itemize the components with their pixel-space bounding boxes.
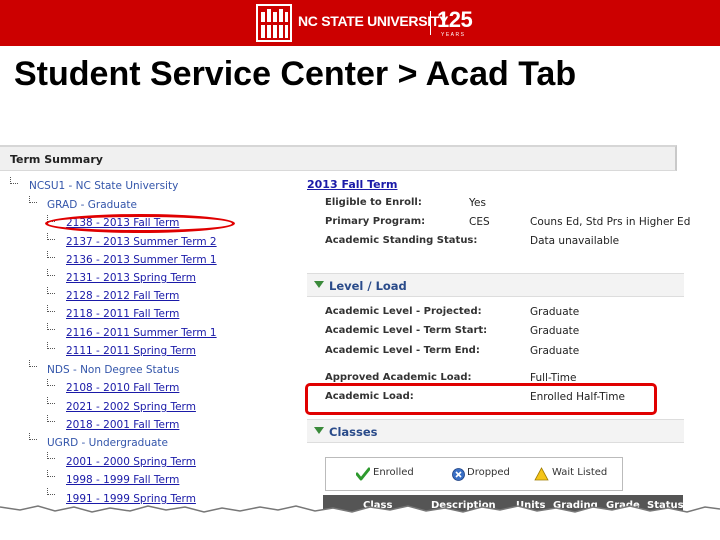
- enrolled-check-icon: [356, 467, 370, 481]
- level-term-start-label: Academic Level - Term Start:: [325, 325, 488, 336]
- slide: NC STATE UNIVERSITY 125 YEARS Student Se…: [0, 0, 720, 540]
- tree-term-1998[interactable]: 1998 - 1999 Fall Term: [66, 474, 179, 486]
- standing-status-label: Academic Standing Status:: [325, 235, 478, 246]
- tree-connector: [47, 233, 55, 240]
- level-projected-value: Graduate: [530, 306, 580, 318]
- tree-connector: [47, 287, 55, 294]
- level-term-end-label: Academic Level - Term End:: [325, 345, 480, 356]
- tree-connector: [29, 433, 37, 440]
- tree-group-grad[interactable]: GRAD - Graduate: [47, 199, 137, 211]
- tree-connector: [29, 360, 37, 367]
- tree-connector: [10, 177, 18, 184]
- tree-group-ugrd[interactable]: UGRD - Undergraduate: [47, 437, 168, 449]
- collapse-caret-icon: [314, 427, 324, 434]
- tree-connector: [47, 470, 55, 477]
- classes-title: Classes: [329, 425, 378, 439]
- level-term-start-value: Graduate: [530, 325, 580, 337]
- academic-load-highlight: [305, 383, 657, 415]
- brand-name: NC STATE UNIVERSITY: [298, 13, 449, 29]
- level-term-end-value: Graduate: [530, 345, 580, 357]
- wait-listed-warning-icon: [534, 467, 549, 481]
- term-summary-title: Term Summary: [10, 153, 103, 166]
- tree-connector: [47, 488, 55, 495]
- slide-title: Student Service Center > Acad Tab: [14, 55, 577, 93]
- dropped-x-icon: [452, 468, 465, 481]
- brand-header-bar: NC STATE UNIVERSITY 125 YEARS: [0, 0, 720, 46]
- legend-dropped: Dropped: [467, 467, 510, 478]
- selected-term-highlight: [45, 214, 235, 233]
- anniversary-sub: YEARS: [441, 32, 466, 38]
- level-load-section-header[interactable]: Level / Load: [307, 273, 684, 297]
- tree-connector: [47, 379, 55, 386]
- tree-term-2021[interactable]: 2021 - 2002 Spring Term: [66, 401, 196, 413]
- tree-connector: [47, 397, 55, 404]
- primary-program-label: Primary Program:: [325, 216, 426, 227]
- tree-term-2018[interactable]: 2018 - 2001 Fall Term: [66, 419, 179, 431]
- eligible-label: Eligible to Enroll:: [325, 197, 422, 208]
- eligible-value: Yes: [469, 197, 486, 209]
- anniversary-number: 125: [437, 7, 473, 32]
- class-status-legend: Enrolled Dropped Wait Listed: [325, 457, 623, 491]
- brand-divider: [430, 11, 431, 35]
- tree-connector: [47, 269, 55, 276]
- tree-term-2136[interactable]: 2136 - 2013 Summer Term 1: [66, 254, 217, 266]
- tree-connector: [47, 305, 55, 312]
- tree-term-2111[interactable]: 2111 - 2011 Spring Term: [66, 345, 196, 357]
- legend-wait-listed: Wait Listed: [552, 467, 608, 478]
- classes-section-header[interactable]: Classes: [307, 419, 684, 443]
- term-detail-link[interactable]: 2013 Fall Term: [307, 178, 398, 191]
- tree-connector: [47, 323, 55, 330]
- tree-connector: [47, 342, 55, 349]
- tree-connector: [47, 251, 55, 258]
- tree-term-2108[interactable]: 2108 - 2010 Fall Term: [66, 382, 179, 394]
- tree-term-2118[interactable]: 2118 - 2011 Fall Term: [66, 308, 179, 320]
- tree-connector: [47, 452, 55, 459]
- primary-program-description: Couns Ed, Std Prs in Higher Ed: [530, 216, 691, 228]
- tree-root[interactable]: NCSU1 - NC State University: [29, 180, 178, 192]
- collapse-caret-icon: [314, 281, 324, 288]
- tree-group-nds[interactable]: NDS - Non Degree Status: [47, 364, 179, 376]
- torn-paper-edge: [0, 505, 720, 540]
- tree-term-2128[interactable]: 2128 - 2012 Fall Term: [66, 290, 179, 302]
- level-projected-label: Academic Level - Projected:: [325, 306, 482, 317]
- standing-status-value: Data unavailable: [530, 235, 620, 247]
- embedded-screenshot: Term Summary NCSU1 - NC State University…: [0, 143, 720, 540]
- tree-connector: [29, 196, 37, 203]
- term-summary-header: Term Summary: [0, 145, 677, 171]
- level-load-title: Level / Load: [329, 279, 407, 293]
- approved-load-label: Approved Academic Load:: [325, 372, 472, 383]
- primary-program-value: CES: [469, 216, 490, 228]
- tree-term-2137[interactable]: 2137 - 2013 Summer Term 2: [66, 236, 217, 248]
- legend-enrolled: Enrolled: [373, 467, 414, 478]
- tree-term-2131[interactable]: 2131 - 2013 Spring Term: [66, 272, 196, 284]
- university-logo-icon: [256, 4, 292, 42]
- tree-term-2116[interactable]: 2116 - 2011 Summer Term 1: [66, 327, 217, 339]
- tree-connector: [47, 415, 55, 422]
- tree-term-2001[interactable]: 2001 - 2000 Spring Term: [66, 456, 196, 468]
